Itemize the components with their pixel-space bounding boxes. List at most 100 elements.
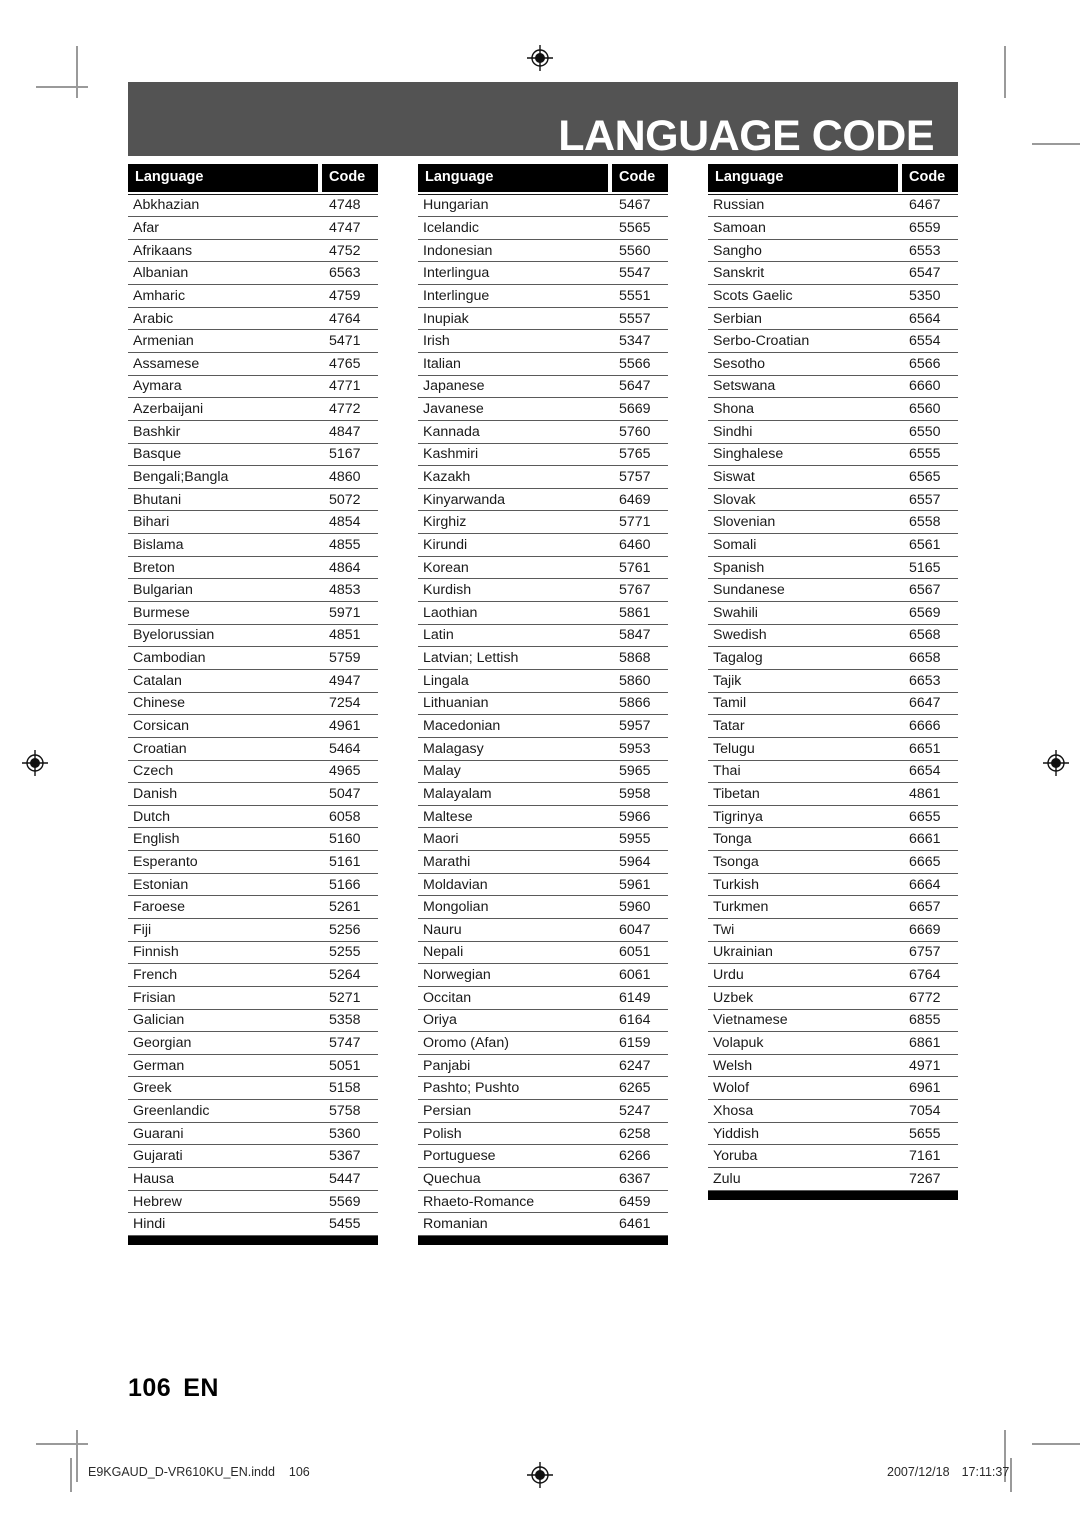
language-code-table: Language Code Abkhazian 4748 Afar 4747 Afrikaa… xyxy=(128,164,958,1245)
language-name: Uzbek xyxy=(713,989,754,1006)
language-name: Korean xyxy=(423,559,469,576)
column-header-code: Code xyxy=(902,164,958,192)
language-name: French xyxy=(133,967,178,984)
language-code: 5247 xyxy=(619,1102,651,1119)
table-row: Maltese 5966 xyxy=(418,806,668,829)
table-row: Armenian 5471 xyxy=(128,330,378,353)
language-name: Hausa xyxy=(133,1170,175,1187)
language-code: 4965 xyxy=(329,763,361,780)
table-row: Esperanto 5161 xyxy=(128,851,378,874)
language-name: Gujarati xyxy=(133,1148,183,1165)
language-name: Malagasy xyxy=(423,740,484,757)
print-footer-time: 17:11:37 xyxy=(961,1465,1010,1479)
language-name: Afrikaans xyxy=(133,242,193,259)
table-row: Kinyarwanda 6469 xyxy=(418,489,668,512)
table-row: Yiddish 5655 xyxy=(708,1123,958,1146)
page-number-value: 106 xyxy=(128,1374,172,1402)
page-number: 106 EN xyxy=(128,1374,219,1403)
table-row: Kazakh 5757 xyxy=(418,466,668,489)
column-header-3: Language Code xyxy=(708,164,958,192)
language-code: 6367 xyxy=(619,1170,651,1187)
language-name: Greek xyxy=(133,1080,172,1097)
language-name: Danish xyxy=(133,785,178,802)
language-code: 6563 xyxy=(329,265,361,282)
language-name: Tamil xyxy=(713,695,747,712)
language-code: 6258 xyxy=(619,1125,651,1142)
language-name: Shona xyxy=(713,401,755,418)
language-name: Oromo (Afan) xyxy=(423,1035,509,1052)
language-name: Latin xyxy=(423,627,454,644)
language-name: Serbian xyxy=(713,310,762,327)
language-name: Scots Gaelic xyxy=(713,287,793,304)
table-row: Finnish 5255 xyxy=(128,942,378,965)
language-code: 5971 xyxy=(329,604,361,621)
column-footer-bar-1 xyxy=(128,1235,378,1245)
language-name: Greenlandic xyxy=(133,1102,210,1119)
table-row: Macedonian 5957 xyxy=(418,715,668,738)
language-code: 6657 xyxy=(909,899,941,916)
language-code: 6961 xyxy=(909,1080,941,1097)
crop-mark-left-top xyxy=(36,86,88,88)
language-code: 7161 xyxy=(909,1148,941,1165)
table-row: Javanese 5669 xyxy=(418,398,668,421)
language-code: 4752 xyxy=(329,242,361,259)
table-row: Cambodian 5759 xyxy=(128,647,378,670)
language-name: Aymara xyxy=(133,378,182,395)
table-row: French 5264 xyxy=(128,964,378,987)
language-name: Tagalog xyxy=(713,650,763,667)
language-name: Mongolian xyxy=(423,899,489,916)
table-row: Bulgarian 4853 xyxy=(128,579,378,603)
table-row: Tajik 6653 xyxy=(708,670,958,693)
crop-mark-top-right xyxy=(1004,46,1006,98)
language-code: 6459 xyxy=(619,1193,651,1210)
column-footer-bar-3 xyxy=(708,1190,958,1200)
language-code: 5261 xyxy=(329,899,361,916)
language-code: 5158 xyxy=(329,1080,361,1097)
table-row: Icelandic 5565 xyxy=(418,217,668,240)
language-name: Icelandic xyxy=(423,219,479,236)
table-row: Romanian 6461 xyxy=(418,1213,668,1236)
language-name: Georgian xyxy=(133,1035,192,1052)
language-name: Bashkir xyxy=(133,423,181,440)
language-code: 5760 xyxy=(619,423,651,440)
language-code: 5166 xyxy=(329,876,361,893)
language-name: Catalan xyxy=(133,672,182,689)
page-title-banner: LANGUAGE CODE xyxy=(128,82,958,160)
language-code: 4971 xyxy=(909,1057,941,1074)
language-code: 4860 xyxy=(329,469,361,485)
language-code: 5861 xyxy=(619,604,651,621)
language-name: Cambodian xyxy=(133,650,206,667)
table-row: Bashkir 4847 xyxy=(128,421,378,444)
column-header-language: Language xyxy=(418,164,608,192)
column-rows-2: Hungarian 5467 Icelandic 5565 Indonesian 5560… xyxy=(418,193,668,1236)
table-row: Afar 4747 xyxy=(128,217,378,240)
language-code: 4772 xyxy=(329,401,361,418)
language-code: 4764 xyxy=(329,310,361,327)
language-name: Amharic xyxy=(133,287,186,304)
language-code: 5747 xyxy=(329,1035,361,1052)
language-name: Tsonga xyxy=(713,853,759,870)
footer-rule-left xyxy=(70,1458,72,1492)
language-code: 5759 xyxy=(329,650,361,667)
table-row: Serbo-Croatian 6554 xyxy=(708,330,958,353)
table-row: Bislama 4855 xyxy=(128,534,378,557)
crop-mark-top-left xyxy=(76,46,78,98)
language-code: 5866 xyxy=(619,695,651,712)
language-code: 6558 xyxy=(909,514,941,531)
page-title: LANGUAGE CODE xyxy=(558,112,934,160)
language-code: 5256 xyxy=(329,921,361,938)
language-code: 4854 xyxy=(329,514,361,531)
language-code: 6461 xyxy=(619,1216,651,1233)
table-row: Thai 6654 xyxy=(708,761,958,784)
language-code: 5958 xyxy=(619,785,651,802)
language-code: 6651 xyxy=(909,740,941,757)
table-row: Twi 6669 xyxy=(708,919,958,942)
language-name: Bihari xyxy=(133,514,170,531)
table-row: Latin 5847 xyxy=(418,625,668,648)
language-code: 5953 xyxy=(619,740,651,757)
language-name: Kinyarwanda xyxy=(423,491,506,508)
language-code: 5264 xyxy=(329,967,361,984)
language-name: Japanese xyxy=(423,378,485,395)
language-name: Kannada xyxy=(423,423,480,440)
language-code: 5255 xyxy=(329,944,361,961)
